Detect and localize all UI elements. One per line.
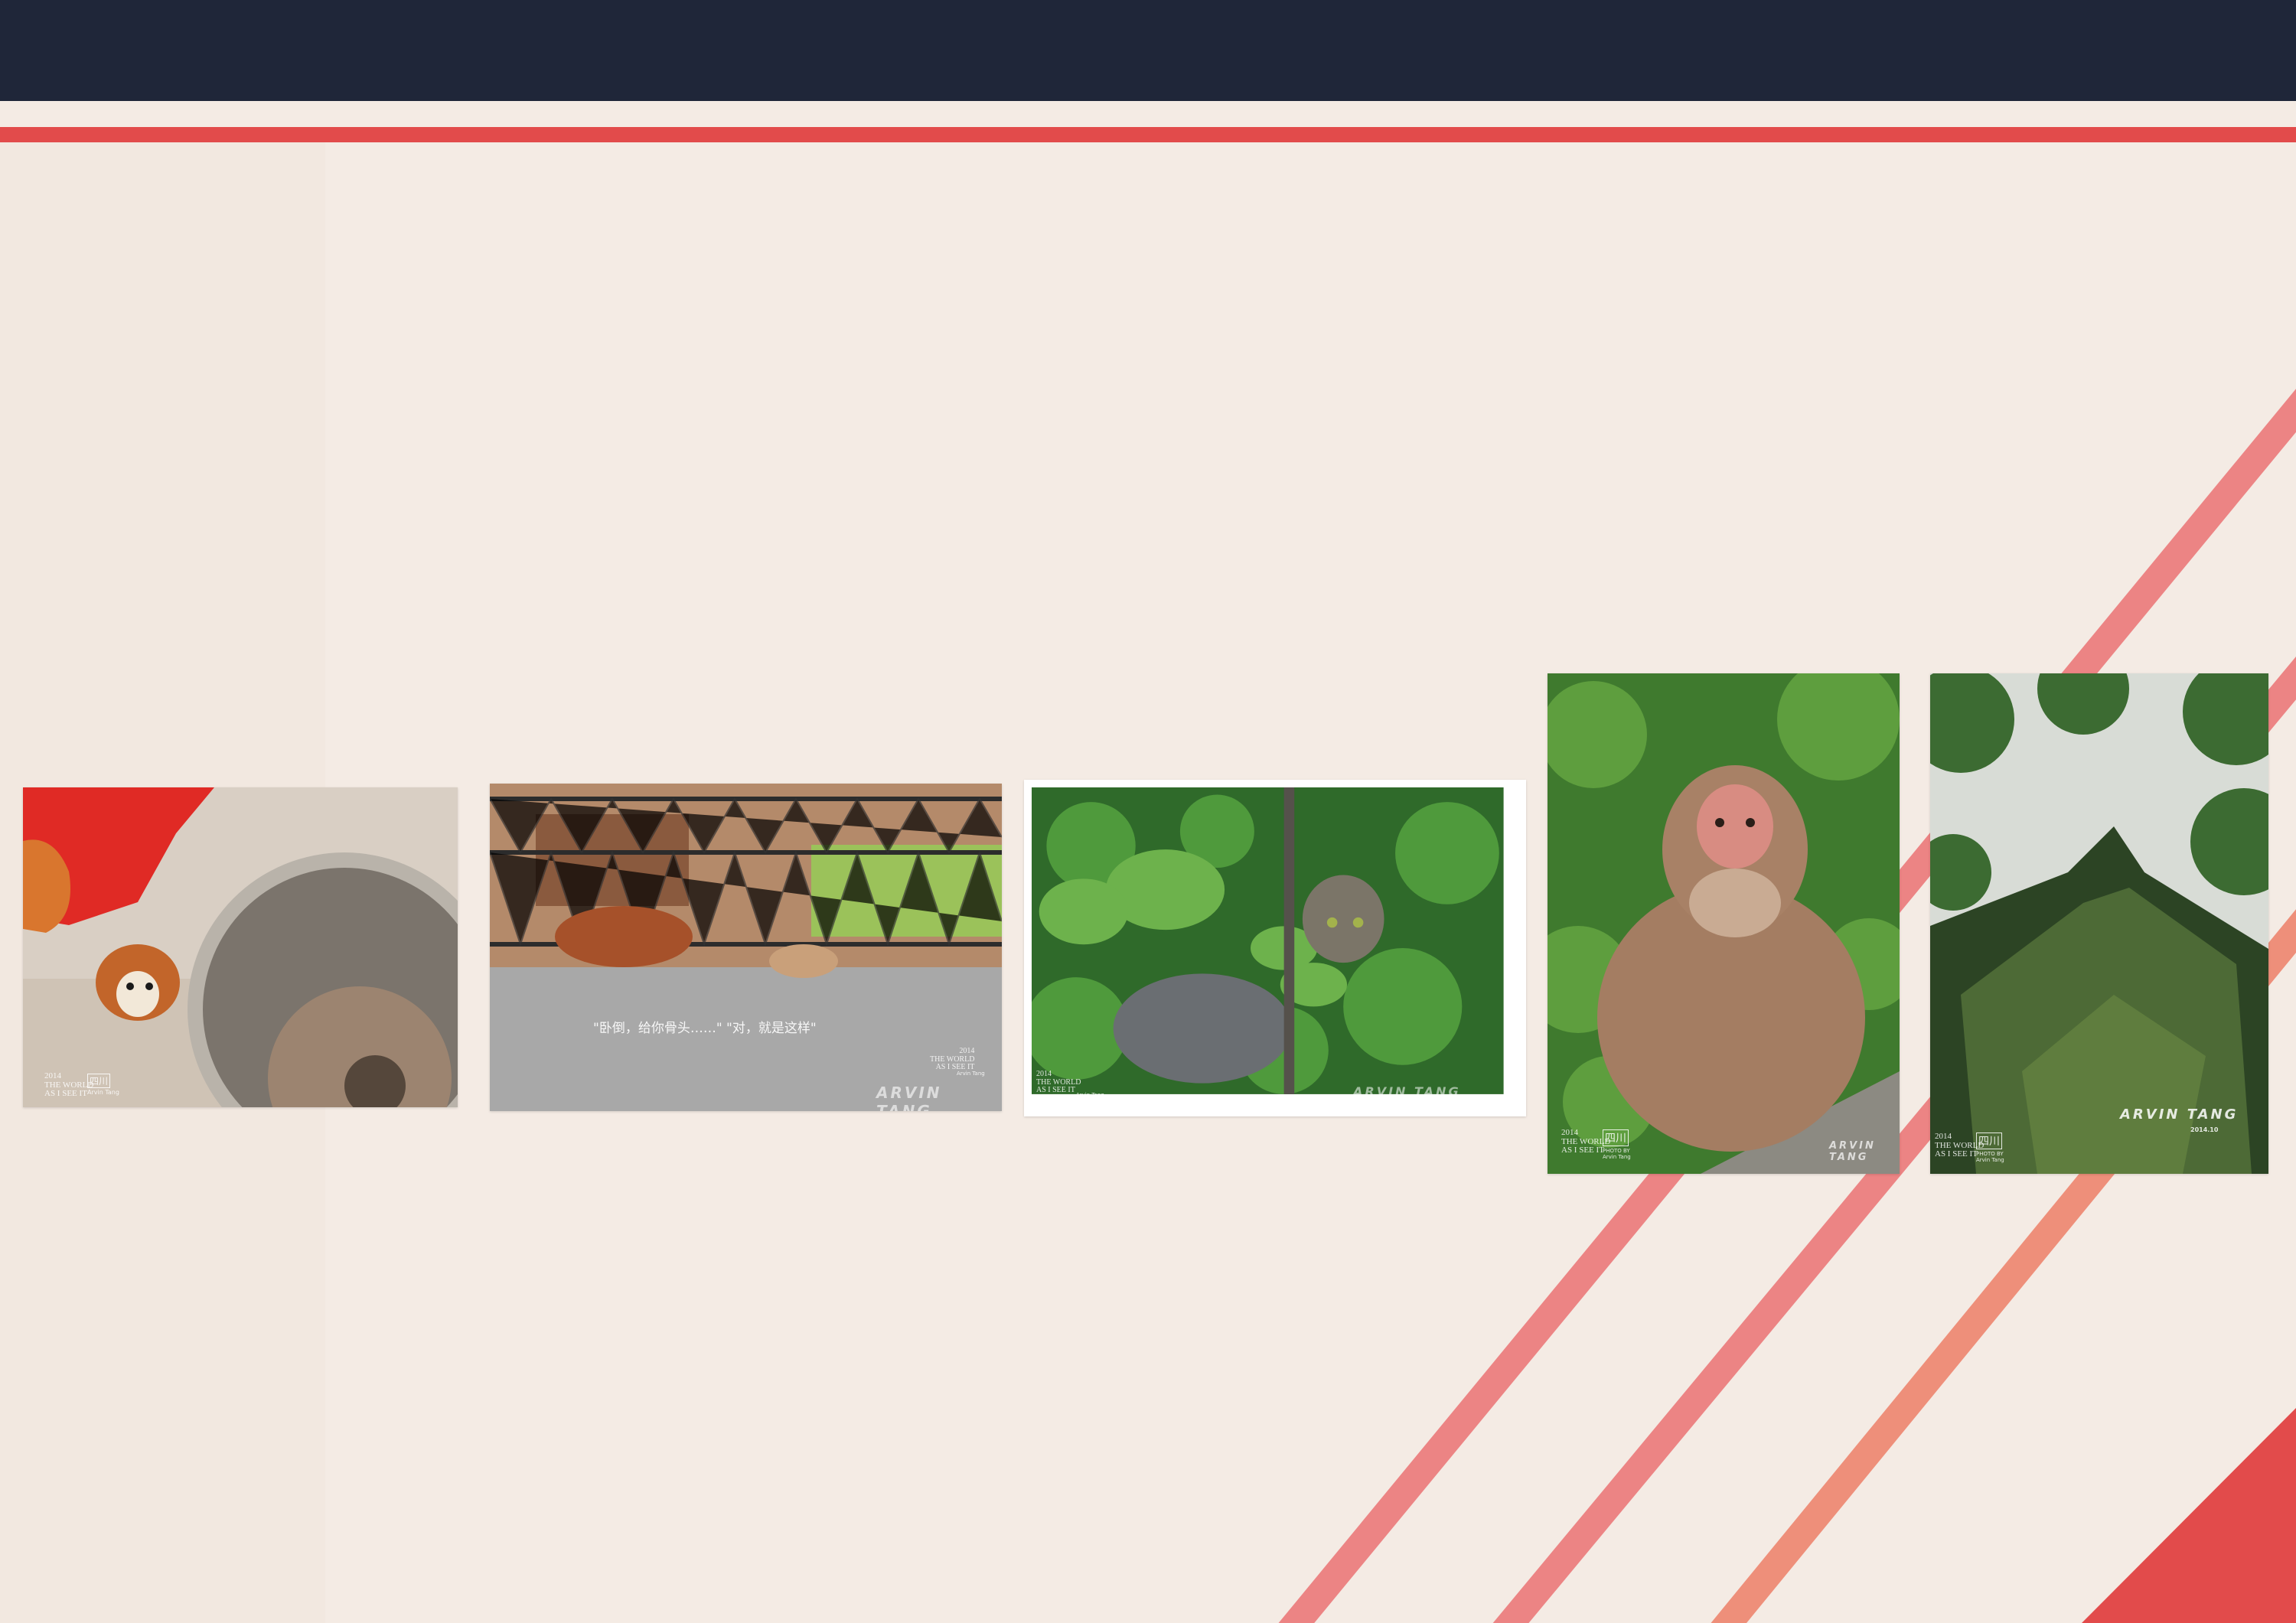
photo-dog-under-truck: 2014 THE WORLD AS I SEE IT 四川 Arvin Tang xyxy=(23,787,458,1107)
stamp-badge: 四川 xyxy=(87,1074,111,1088)
photo-credit: PHOTO BY Arvin Tang xyxy=(1976,1151,2004,1163)
photo-watermark: ARVIN TANG xyxy=(1353,1084,1461,1099)
stamp-year: 2014 xyxy=(44,1071,61,1080)
photo-kitten: 2014 THE WORLD AS I SEE IT Arvin Tang AR… xyxy=(1024,780,1526,1116)
photo-dog-lying: "卧倒，给你骨头……" "对，就是这样" 2014 THE WORLD AS I… xyxy=(490,784,1002,1111)
photo-watermark: ARVIN TANG xyxy=(2120,1106,2239,1123)
photo-caption: "卧倒，给你骨头……" "对，就是这样" xyxy=(593,1021,817,1036)
photo-credit: PHOTO BY Arvin Tang xyxy=(1603,1148,1631,1160)
photo-credit: Arvin Tang xyxy=(87,1089,119,1096)
stamp-year: 2014 xyxy=(1036,1070,1052,1078)
stamp-year: 2014 xyxy=(959,1047,975,1055)
photo-credit: Arvin Tang xyxy=(1076,1092,1104,1098)
photo-macaque: 2014 THE WORLD AS I SEE IT 四川 PHOTO BY A… xyxy=(1548,673,1900,1174)
photo-credit: Arvin Tang xyxy=(957,1071,985,1077)
photo-watermark: ARVIN TANG xyxy=(1829,1140,1876,1163)
photo-mossy-tree: 2014 THE WORLD AS I SEE IT 四川 PHOTO BY A… xyxy=(1930,673,2268,1174)
stamp-badge: 四川 xyxy=(1603,1129,1629,1146)
photo-watermark: ARVIN TANG xyxy=(876,1084,942,1111)
stamp-line: AS I SEE IT xyxy=(1036,1086,1075,1094)
photo-watermark-date: 2014.10 xyxy=(2190,1126,2219,1133)
stamp-badge: 四川 xyxy=(1976,1133,2002,1149)
stamp-line: AS I SEE IT xyxy=(44,1089,87,1099)
corner-triangle xyxy=(2082,1408,2296,1623)
